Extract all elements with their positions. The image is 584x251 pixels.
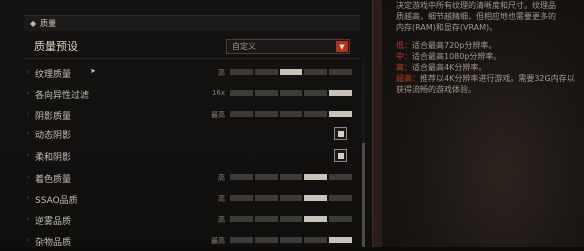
- slider-segment[interactable]: [304, 90, 328, 96]
- help-description: 决定游戏中所有纹理的清晰度和尺寸。纹理品 质越高，细节越精细，但相应地也需要更多…: [396, 1, 556, 32]
- setting-label: 动态阴影: [35, 131, 72, 141]
- slider-segment[interactable]: [279, 90, 303, 96]
- setting-slider[interactable]: [230, 69, 352, 75]
- setting-slider[interactable]: [230, 195, 352, 201]
- setting-row[interactable]: › 阴影质量 最高: [24, 107, 360, 125]
- help-level-list: 低：适合最高720p分辨率。 中：适合最高1080p分辨率。 高：适合最高4K分…: [396, 40, 580, 95]
- slider-segment[interactable]: [329, 111, 352, 117]
- chevron-right-icon: ›: [27, 110, 30, 118]
- settings-panel: ◆ 质量 质量预设 自定义 ▼ › 纹理质量高 › 各向异性过滤 16x › 阴影质量 最高 ›…: [0, 0, 372, 248]
- setting-checkbox[interactable]: [334, 127, 347, 140]
- chevron-right-icon: ›: [27, 236, 30, 244]
- quality-preset-label: 质量预设: [34, 40, 78, 53]
- slider-segment[interactable]: [230, 69, 253, 75]
- help-level-item: 超高：推荐以4K分辨率进行游戏。需要32G内存以获得流畅的游戏体验。: [396, 74, 575, 94]
- setting-label: 阴影质量: [35, 112, 72, 122]
- help-level-item: 高：适合最高4K分辨率。: [396, 63, 487, 72]
- chevron-right-icon: ›: [27, 194, 30, 202]
- slider-segment[interactable]: [254, 237, 278, 243]
- slider-segment[interactable]: [329, 174, 352, 180]
- slider-segment[interactable]: [254, 216, 278, 222]
- slider-segment[interactable]: [304, 69, 328, 75]
- help-panel: 决定游戏中所有纹理的清晰度和尺寸。纹理品 质越高，细节越精细，但相应地也需要更多…: [382, 0, 584, 247]
- setting-slider[interactable]: [230, 216, 352, 222]
- slider-segment[interactable]: [279, 69, 303, 75]
- setting-value: 高: [218, 216, 225, 224]
- setting-row[interactable]: › 杂物品质 最高: [24, 233, 360, 251]
- slider-segment[interactable]: [329, 90, 352, 96]
- setting-row[interactable]: › 各向异性过滤 16x: [24, 86, 360, 104]
- slider-segment[interactable]: [230, 237, 253, 243]
- divider: [24, 58, 360, 59]
- slider-segment[interactable]: [304, 174, 328, 180]
- slider-segment[interactable]: [254, 195, 278, 201]
- setting-label: 各向异性过滤: [35, 91, 90, 101]
- collapse-icon[interactable]: ◆: [30, 19, 36, 28]
- scrollbar-thumb[interactable]: [362, 143, 365, 247]
- setting-label: 纹理质量: [35, 70, 72, 80]
- setting-row[interactable]: › 逆雾品质 高: [24, 212, 360, 230]
- checkbox-check: [337, 130, 344, 137]
- chevron-right-icon: ›: [27, 151, 30, 159]
- section-title: 质量: [40, 19, 57, 28]
- slider-segment[interactable]: [279, 237, 303, 243]
- slider-segment[interactable]: [254, 69, 278, 75]
- quality-preset-value: 自定义: [232, 42, 256, 51]
- chevron-right-icon: ›: [27, 68, 30, 76]
- setting-row[interactable]: › SSAO品质 高: [24, 191, 360, 209]
- slider-segment[interactable]: [230, 216, 253, 222]
- slider-segment[interactable]: [329, 195, 352, 201]
- mouse-cursor-icon: ➤: [90, 67, 96, 75]
- slider-segment[interactable]: [329, 69, 352, 75]
- slider-segment[interactable]: [230, 174, 253, 180]
- checkbox-check: [337, 152, 344, 159]
- setting-value: 16x: [211, 89, 225, 97]
- setting-slider[interactable]: [230, 174, 352, 180]
- quality-preset-row: 质量预设 自定义 ▼: [24, 37, 360, 55]
- help-level-item: 低：适合最高720p分辨率。: [396, 41, 497, 50]
- slider-segment[interactable]: [329, 237, 352, 243]
- chevron-right-icon: ›: [27, 215, 30, 223]
- setting-row[interactable]: › 动态阴影: [24, 126, 360, 144]
- setting-checkbox[interactable]: [334, 149, 347, 162]
- chevron-right-icon: ›: [27, 129, 30, 137]
- slider-segment[interactable]: [230, 111, 253, 117]
- setting-value: 高: [218, 174, 225, 182]
- chevron-right-icon: ›: [27, 173, 30, 181]
- slider-segment[interactable]: [304, 237, 328, 243]
- slider-segment[interactable]: [279, 111, 303, 117]
- setting-label: 逆雾品质: [35, 217, 72, 227]
- setting-slider[interactable]: [230, 237, 352, 243]
- setting-label: 杂物品质: [35, 238, 72, 248]
- slider-segment[interactable]: [304, 216, 328, 222]
- chevron-right-icon: ›: [27, 89, 30, 97]
- setting-value: 高: [218, 195, 225, 203]
- slider-segment[interactable]: [279, 174, 303, 180]
- slider-segment[interactable]: [279, 195, 303, 201]
- setting-value: 高: [218, 69, 225, 77]
- slider-segment[interactable]: [304, 195, 328, 201]
- chevron-down-icon[interactable]: ▼: [336, 41, 348, 52]
- slider-segment[interactable]: [279, 216, 303, 222]
- slider-segment[interactable]: [230, 195, 253, 201]
- setting-label: SSAO品质: [35, 196, 78, 206]
- help-level-item: 中：适合最高1080p分辨率。: [396, 52, 502, 61]
- slider-segment[interactable]: [230, 90, 253, 96]
- setting-value: 最高: [211, 111, 225, 119]
- setting-row[interactable]: › 着色质量 高: [24, 170, 360, 188]
- slider-segment[interactable]: [329, 216, 352, 222]
- setting-slider[interactable]: [230, 111, 352, 117]
- setting-slider[interactable]: [230, 90, 352, 96]
- setting-row[interactable]: › 纹理质量 高: [24, 65, 360, 83]
- setting-value: 最高: [211, 237, 225, 245]
- slider-segment[interactable]: [254, 111, 278, 117]
- slider-segment[interactable]: [254, 90, 278, 96]
- slider-segment[interactable]: [304, 111, 328, 117]
- setting-row[interactable]: › 柔和阴影: [24, 148, 360, 166]
- setting-label: 柔和阴影: [35, 153, 72, 163]
- section-header-quality[interactable]: ◆ 质量: [24, 15, 360, 31]
- slider-segment[interactable]: [254, 174, 278, 180]
- setting-label: 着色质量: [35, 175, 72, 185]
- quality-preset-dropdown[interactable]: 自定义 ▼: [226, 39, 350, 54]
